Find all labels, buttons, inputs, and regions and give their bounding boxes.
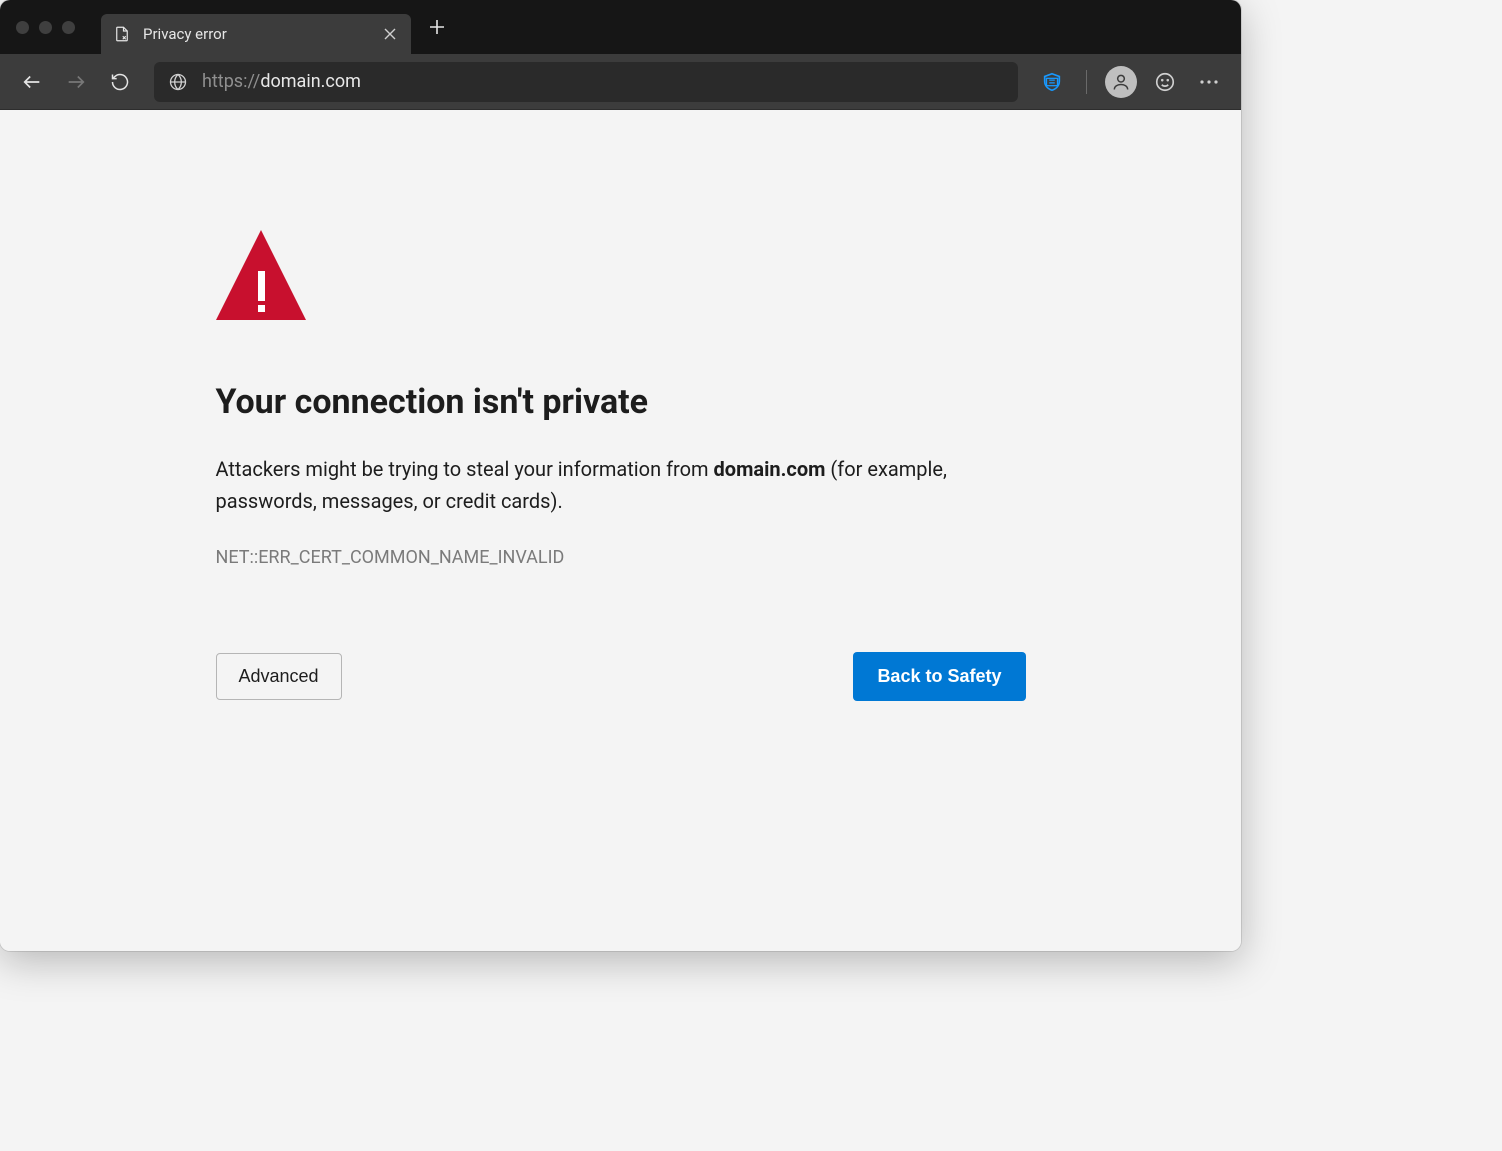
toolbar-right (1032, 62, 1229, 102)
back-to-safety-button[interactable]: Back to Safety (853, 652, 1025, 701)
window-minimize-button[interactable] (39, 21, 52, 34)
page-content: Your connection isn't private Attackers … (0, 110, 1241, 951)
warning-icon (216, 230, 306, 320)
error-body-domain: domain.com (714, 457, 826, 481)
error-title: Your connection isn't private (216, 382, 1026, 423)
browser-window: Privacy error https (0, 0, 1241, 951)
refresh-button[interactable] (100, 62, 140, 102)
error-code: NET::ERR_CERT_COMMON_NAME_INVALID (216, 547, 1026, 568)
window-close-button[interactable] (16, 21, 29, 34)
tab-strip: Privacy error (0, 0, 1241, 54)
url-scheme: https:// (202, 71, 260, 92)
button-row: Advanced Back to Safety (216, 652, 1026, 701)
feedback-button[interactable] (1145, 62, 1185, 102)
tab-close-button[interactable] (381, 25, 399, 43)
page-error-icon (113, 25, 131, 43)
error-body-pre: Attackers might be trying to steal your … (216, 457, 714, 481)
address-bar[interactable]: https://domain.com (154, 62, 1018, 102)
url-host: domain.com (260, 71, 361, 92)
site-info-icon[interactable] (168, 72, 188, 92)
url-text: https://domain.com (202, 71, 361, 92)
settings-menu-button[interactable] (1189, 62, 1229, 102)
forward-button[interactable] (56, 62, 96, 102)
tab-title: Privacy error (143, 25, 227, 43)
window-zoom-button[interactable] (62, 21, 75, 34)
tracking-prevention-button[interactable] (1032, 62, 1072, 102)
advanced-button[interactable]: Advanced (216, 653, 342, 700)
error-body: Attackers might be trying to steal your … (216, 453, 1026, 517)
new-tab-button[interactable] (417, 7, 457, 47)
toolbar-divider (1086, 70, 1087, 94)
avatar-icon (1105, 66, 1137, 98)
toolbar: https://domain.com (0, 54, 1241, 110)
browser-tab[interactable]: Privacy error (101, 14, 411, 54)
window-controls (16, 21, 75, 34)
back-button[interactable] (12, 62, 52, 102)
privacy-error-interstitial: Your connection isn't private Attackers … (216, 110, 1026, 951)
profile-button[interactable] (1101, 62, 1141, 102)
